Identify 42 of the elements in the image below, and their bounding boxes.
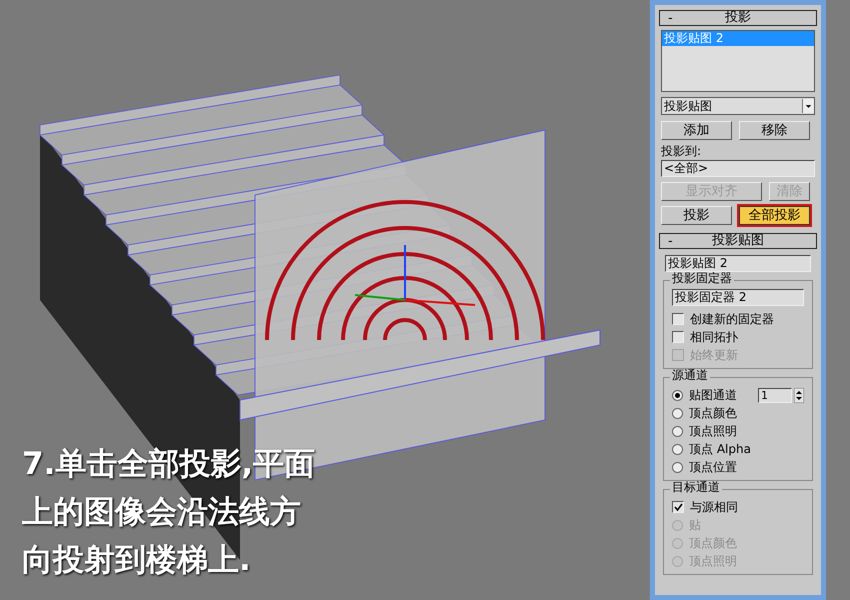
- radio-button[interactable]: [672, 462, 683, 472]
- radio-label: 顶点位置: [689, 459, 737, 476]
- panel-button[interactable]: 全部投影: [739, 206, 810, 225]
- spinner-arrows-icon[interactable]: [794, 388, 804, 402]
- panel-button[interactable]: 移除: [739, 121, 810, 140]
- checkbox-label: 始终更新: [690, 347, 738, 364]
- type-dropdown[interactable]: 投影贴图: [661, 97, 815, 115]
- group-title: 源通道: [670, 369, 710, 381]
- checkbox[interactable]: [672, 501, 684, 513]
- checkbox-label: 与源相同: [690, 499, 738, 516]
- radio-label: 顶点照明: [689, 423, 737, 440]
- rollout-header[interactable]: - 投影贴图: [659, 233, 817, 249]
- channel-spinner-field[interactable]: 1: [758, 388, 792, 402]
- panel-button[interactable]: 投影: [661, 206, 732, 225]
- field-label: 投影到:: [661, 143, 702, 160]
- checkbox[interactable]: [672, 313, 684, 325]
- group-title: 投影固定器: [670, 272, 734, 284]
- radio-label: 贴图通道: [689, 387, 737, 404]
- panel-button[interactable]: 添加: [661, 121, 732, 140]
- checkbox[interactable]: [672, 331, 684, 343]
- radio-label: 顶点 Alpha: [689, 441, 751, 458]
- radio-button[interactable]: [672, 408, 683, 418]
- text-field[interactable]: 投影贴图 2: [665, 255, 811, 272]
- text-field[interactable]: 投影固定器 2: [672, 289, 804, 306]
- checkbox-label: 相同拓扑: [690, 329, 738, 346]
- group-title: 目标通道: [670, 481, 722, 493]
- rollout-title: 投影贴图: [712, 232, 764, 250]
- checkmark-icon: [674, 502, 682, 512]
- radio-label: 顶点照明: [689, 553, 737, 570]
- rollout-header[interactable]: - 投影: [659, 10, 817, 26]
- checkbox-label: 创建新的固定器: [690, 311, 774, 328]
- text-field[interactable]: <全部>: [661, 160, 815, 177]
- radio-label: 顶点颜色: [689, 535, 737, 552]
- radio-button[interactable]: [672, 444, 683, 454]
- radio-label: 贴: [689, 517, 701, 534]
- rollout-title: 投影: [725, 9, 751, 28]
- dropdown-value: 投影贴图: [664, 98, 712, 115]
- radio-button[interactable]: [672, 426, 683, 436]
- radio-button[interactable]: [672, 390, 683, 400]
- radio-label: 顶点颜色: [689, 405, 737, 422]
- collapse-toggle[interactable]: -: [668, 9, 673, 28]
- collapse-toggle[interactable]: -: [668, 232, 673, 252]
